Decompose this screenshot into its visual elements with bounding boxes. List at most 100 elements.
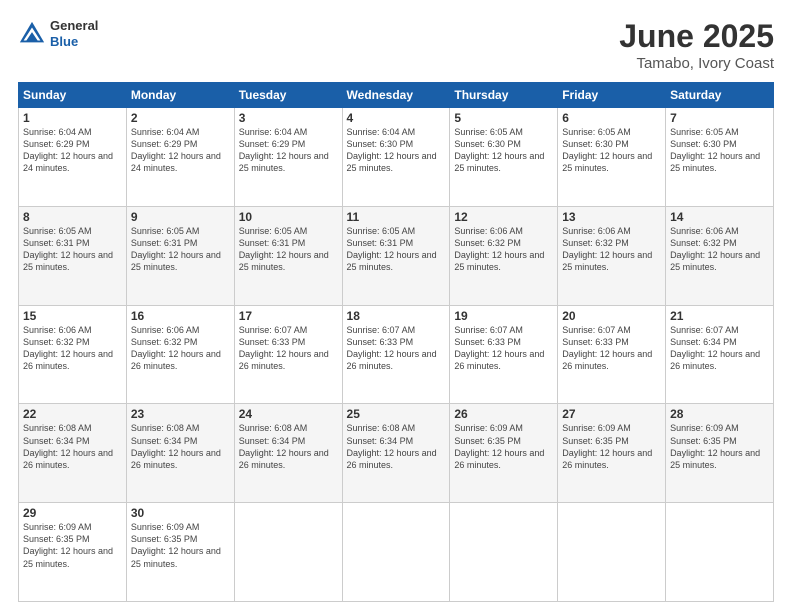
- day-number: 12: [454, 210, 553, 224]
- day-info: Sunrise: 6:05 AMSunset: 6:30 PMDaylight:…: [562, 126, 661, 175]
- day-info: Sunrise: 6:05 AMSunset: 6:31 PMDaylight:…: [131, 225, 230, 274]
- day-info: Sunrise: 6:09 AMSunset: 6:35 PMDaylight:…: [131, 521, 230, 570]
- day-info: Sunrise: 6:06 AMSunset: 6:32 PMDaylight:…: [670, 225, 769, 274]
- day-number: 22: [23, 407, 122, 421]
- day-number: 6: [562, 111, 661, 125]
- table-row: 6Sunrise: 6:05 AMSunset: 6:30 PMDaylight…: [558, 108, 666, 207]
- table-row: 7Sunrise: 6:05 AMSunset: 6:30 PMDaylight…: [666, 108, 774, 207]
- day-info: Sunrise: 6:07 AMSunset: 6:34 PMDaylight:…: [670, 324, 769, 373]
- day-number: 25: [347, 407, 446, 421]
- day-info: Sunrise: 6:04 AMSunset: 6:29 PMDaylight:…: [131, 126, 230, 175]
- day-number: 4: [347, 111, 446, 125]
- day-number: 21: [670, 309, 769, 323]
- day-info: Sunrise: 6:04 AMSunset: 6:29 PMDaylight:…: [239, 126, 338, 175]
- day-number: 28: [670, 407, 769, 421]
- main-title: June 2025: [619, 18, 774, 55]
- table-row: 21Sunrise: 6:07 AMSunset: 6:34 PMDayligh…: [666, 305, 774, 404]
- day-number: 18: [347, 309, 446, 323]
- table-row: 15Sunrise: 6:06 AMSunset: 6:32 PMDayligh…: [19, 305, 127, 404]
- day-number: 16: [131, 309, 230, 323]
- day-info: Sunrise: 6:06 AMSunset: 6:32 PMDaylight:…: [454, 225, 553, 274]
- table-row: 19Sunrise: 6:07 AMSunset: 6:33 PMDayligh…: [450, 305, 558, 404]
- table-row: 3Sunrise: 6:04 AMSunset: 6:29 PMDaylight…: [234, 108, 342, 207]
- table-row: 29Sunrise: 6:09 AMSunset: 6:35 PMDayligh…: [19, 503, 127, 602]
- day-number: 19: [454, 309, 553, 323]
- day-info: Sunrise: 6:05 AMSunset: 6:31 PMDaylight:…: [23, 225, 122, 274]
- day-info: Sunrise: 6:07 AMSunset: 6:33 PMDaylight:…: [239, 324, 338, 373]
- table-row: 27Sunrise: 6:09 AMSunset: 6:35 PMDayligh…: [558, 404, 666, 503]
- day-number: 29: [23, 506, 122, 520]
- table-row: 26Sunrise: 6:09 AMSunset: 6:35 PMDayligh…: [450, 404, 558, 503]
- day-number: 27: [562, 407, 661, 421]
- table-row: 9Sunrise: 6:05 AMSunset: 6:31 PMDaylight…: [126, 206, 234, 305]
- table-row: 14Sunrise: 6:06 AMSunset: 6:32 PMDayligh…: [666, 206, 774, 305]
- day-number: 5: [454, 111, 553, 125]
- day-info: Sunrise: 6:08 AMSunset: 6:34 PMDaylight:…: [239, 422, 338, 471]
- logo: General Blue: [18, 18, 98, 49]
- day-number: 13: [562, 210, 661, 224]
- day-number: 11: [347, 210, 446, 224]
- logo-blue-text: Blue: [50, 34, 98, 50]
- day-info: Sunrise: 6:07 AMSunset: 6:33 PMDaylight:…: [562, 324, 661, 373]
- table-row: 24Sunrise: 6:08 AMSunset: 6:34 PMDayligh…: [234, 404, 342, 503]
- col-saturday: Saturday: [666, 83, 774, 108]
- page: General Blue June 2025 Tamabo, Ivory Coa…: [0, 0, 792, 612]
- day-number: 3: [239, 111, 338, 125]
- day-info: Sunrise: 6:09 AMSunset: 6:35 PMDaylight:…: [454, 422, 553, 471]
- col-thursday: Thursday: [450, 83, 558, 108]
- col-friday: Friday: [558, 83, 666, 108]
- table-row: 2Sunrise: 6:04 AMSunset: 6:29 PMDaylight…: [126, 108, 234, 207]
- day-info: Sunrise: 6:09 AMSunset: 6:35 PMDaylight:…: [23, 521, 122, 570]
- calendar-week-row: 22 Sunrise: 6:08 AMSunset: 6:34 PMDayligh…: [19, 404, 774, 503]
- day-info: Sunrise: 6:09 AMSunset: 6:35 PMDaylight:…: [670, 422, 769, 471]
- table-row: 20Sunrise: 6:07 AMSunset: 6:33 PMDayligh…: [558, 305, 666, 404]
- table-row: [558, 503, 666, 602]
- table-row: [234, 503, 342, 602]
- logo-icon: [18, 20, 46, 48]
- calendar-week-row: 1Sunrise: 6:04 AMSunset: 6:29 PMDaylight…: [19, 108, 774, 207]
- table-row: 25Sunrise: 6:08 AMSunset: 6:34 PMDayligh…: [342, 404, 450, 503]
- day-number: 24: [239, 407, 338, 421]
- table-row: 10Sunrise: 6:05 AMSunset: 6:31 PMDayligh…: [234, 206, 342, 305]
- table-row: [450, 503, 558, 602]
- subtitle: Tamabo, Ivory Coast: [619, 55, 774, 72]
- day-info: Sunrise: 6:05 AMSunset: 6:31 PMDaylight:…: [239, 225, 338, 274]
- table-row: 5Sunrise: 6:05 AMSunset: 6:30 PMDaylight…: [450, 108, 558, 207]
- day-info: Sunrise: 6:05 AMSunset: 6:30 PMDaylight:…: [670, 126, 769, 175]
- calendar-table: Sunday Monday Tuesday Wednesday Thursday…: [18, 82, 774, 602]
- day-info: Sunrise: 6:06 AMSunset: 6:32 PMDaylight:…: [562, 225, 661, 274]
- day-info: Sunrise: 6:04 AMSunset: 6:30 PMDaylight:…: [347, 126, 446, 175]
- table-row: 28Sunrise: 6:09 AMSunset: 6:35 PMDayligh…: [666, 404, 774, 503]
- logo-general-text: General: [50, 18, 98, 34]
- table-row: 13Sunrise: 6:06 AMSunset: 6:32 PMDayligh…: [558, 206, 666, 305]
- day-number: 8: [23, 210, 122, 224]
- table-row: 11Sunrise: 6:05 AMSunset: 6:31 PMDayligh…: [342, 206, 450, 305]
- table-row: 22Sunrise: 6:08 AMSunset: 6:34 PMDayligh…: [19, 404, 127, 503]
- table-row: 12Sunrise: 6:06 AMSunset: 6:32 PMDayligh…: [450, 206, 558, 305]
- header: General Blue June 2025 Tamabo, Ivory Coa…: [18, 18, 774, 72]
- day-info: Sunrise: 6:08 AMSunset: 6:34 PMDaylight:…: [131, 422, 230, 471]
- day-info: Sunrise: 6:04 AMSunset: 6:29 PMDaylight:…: [23, 126, 122, 175]
- day-number: 9: [131, 210, 230, 224]
- day-info: Sunrise: 6:07 AMSunset: 6:33 PMDaylight:…: [454, 324, 553, 373]
- table-row: 4Sunrise: 6:04 AMSunset: 6:30 PMDaylight…: [342, 108, 450, 207]
- table-row: 30Sunrise: 6:09 AMSunset: 6:35 PMDayligh…: [126, 503, 234, 602]
- table-row: 23Sunrise: 6:08 AMSunset: 6:34 PMDayligh…: [126, 404, 234, 503]
- day-info: Sunrise: 6:08 AMSunset: 6:34 PMDaylight:…: [347, 422, 446, 471]
- calendar-week-row: 15Sunrise: 6:06 AMSunset: 6:32 PMDayligh…: [19, 305, 774, 404]
- table-row: 8Sunrise: 6:05 AMSunset: 6:31 PMDaylight…: [19, 206, 127, 305]
- table-row: 18Sunrise: 6:07 AMSunset: 6:33 PMDayligh…: [342, 305, 450, 404]
- day-info: Sunrise: 6:05 AMSunset: 6:30 PMDaylight:…: [454, 126, 553, 175]
- col-monday: Monday: [126, 83, 234, 108]
- col-wednesday: Wednesday: [342, 83, 450, 108]
- day-info: Sunrise: 6:05 AMSunset: 6:31 PMDaylight:…: [347, 225, 446, 274]
- day-info: Sunrise: 6:07 AMSunset: 6:33 PMDaylight:…: [347, 324, 446, 373]
- table-row: 17Sunrise: 6:07 AMSunset: 6:33 PMDayligh…: [234, 305, 342, 404]
- day-info: Sunrise: 6:09 AMSunset: 6:35 PMDaylight:…: [562, 422, 661, 471]
- day-number: 17: [239, 309, 338, 323]
- col-sunday: Sunday: [19, 83, 127, 108]
- day-number: 10: [239, 210, 338, 224]
- calendar-week-row: 8Sunrise: 6:05 AMSunset: 6:31 PMDaylight…: [19, 206, 774, 305]
- table-row: 16Sunrise: 6:06 AMSunset: 6:32 PMDayligh…: [126, 305, 234, 404]
- logo-text: General Blue: [50, 18, 98, 49]
